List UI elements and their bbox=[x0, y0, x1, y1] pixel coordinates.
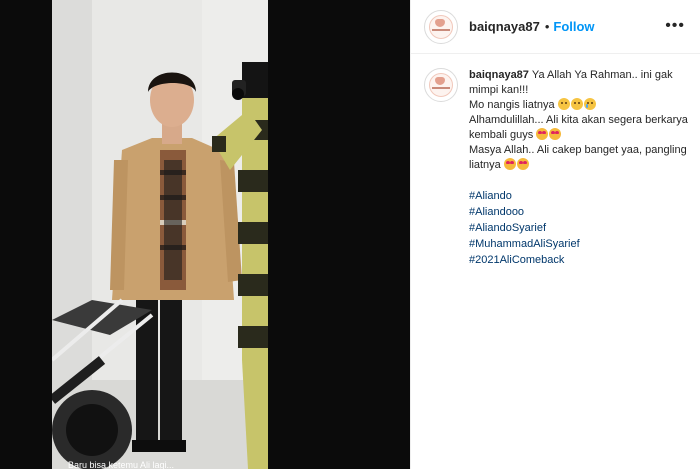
caption-line-2: Mo nangis liatnya bbox=[469, 98, 691, 113]
caption-line-3-text: Alhamdulillah... Ali kita akan segera be… bbox=[469, 114, 688, 141]
hashtag-link[interactable]: #Aliando bbox=[469, 188, 691, 204]
hashtag-link[interactable]: #2021AliComeback bbox=[469, 252, 691, 268]
heart-eyes-emoji bbox=[516, 158, 529, 170]
caption-avatar[interactable] bbox=[424, 68, 458, 102]
caption-username[interactable]: baiqnaya87 bbox=[469, 69, 529, 81]
avatar-logo-text bbox=[432, 87, 450, 89]
hashtag-link[interactable]: #AliandoSyarief bbox=[469, 220, 691, 236]
caption-line-1: baiqnaya87 Ya Allah Ya Rahman.. ini gak m… bbox=[469, 68, 691, 98]
caption-line-3: Alhamdulillah... Ali kita akan segera be… bbox=[469, 113, 691, 143]
heart-eyes-emoji bbox=[503, 158, 516, 170]
caption-line-2-text: Mo nangis liatnya bbox=[469, 99, 555, 111]
caption-text: baiqnaya87 Ya Allah Ya Rahman.. ini gak m… bbox=[469, 68, 691, 268]
post-header: baiqnaya87 • Follow ••• bbox=[411, 0, 700, 54]
post-side-panel: baiqnaya87 • Follow ••• baiqnaya87 Ya All… bbox=[410, 0, 700, 469]
hashtag-link[interactable]: #MuhammadAliSyarief bbox=[469, 236, 691, 252]
post-photo bbox=[52, 0, 268, 469]
separator-dot: • bbox=[544, 19, 550, 34]
sad-emoji bbox=[557, 98, 570, 110]
sad-emoji bbox=[570, 98, 583, 110]
more-options-icon[interactable]: ••• bbox=[665, 18, 685, 34]
media-caption-overlay: Baru bisa ketemu Ali lagi... bbox=[68, 461, 258, 469]
heart-eyes-emoji bbox=[549, 128, 562, 140]
avatar[interactable] bbox=[424, 9, 458, 44]
caption-line-4: Masya Allah.. Ali cakep banget yaa, pang… bbox=[469, 143, 691, 173]
hashtag-link[interactable]: #Aliandooo bbox=[469, 204, 691, 220]
caption-line-4-text: Masya Allah.. Ali cakep banget yaa, pang… bbox=[469, 144, 687, 171]
studio-scene-illustration bbox=[52, 0, 268, 469]
heart-eyes-emoji bbox=[536, 128, 549, 140]
follow-button[interactable]: Follow bbox=[553, 19, 594, 34]
caption-comment: baiqnaya87 Ya Allah Ya Rahman.. ini gak m… bbox=[424, 68, 691, 268]
post-username[interactable]: baiqnaya87 bbox=[469, 19, 540, 34]
crying-emoji bbox=[583, 98, 596, 110]
media-caption-text: Baru bisa ketemu Ali lagi... bbox=[68, 461, 175, 469]
avatar-logo-text bbox=[432, 28, 450, 31]
post-media[interactable]: Baru bisa ketemu Ali lagi... bbox=[0, 0, 410, 469]
hashtag-list: #Aliando #Aliandooo #AliandoSyarief #Muh… bbox=[469, 188, 691, 268]
avatar-logo-mark bbox=[435, 18, 445, 27]
